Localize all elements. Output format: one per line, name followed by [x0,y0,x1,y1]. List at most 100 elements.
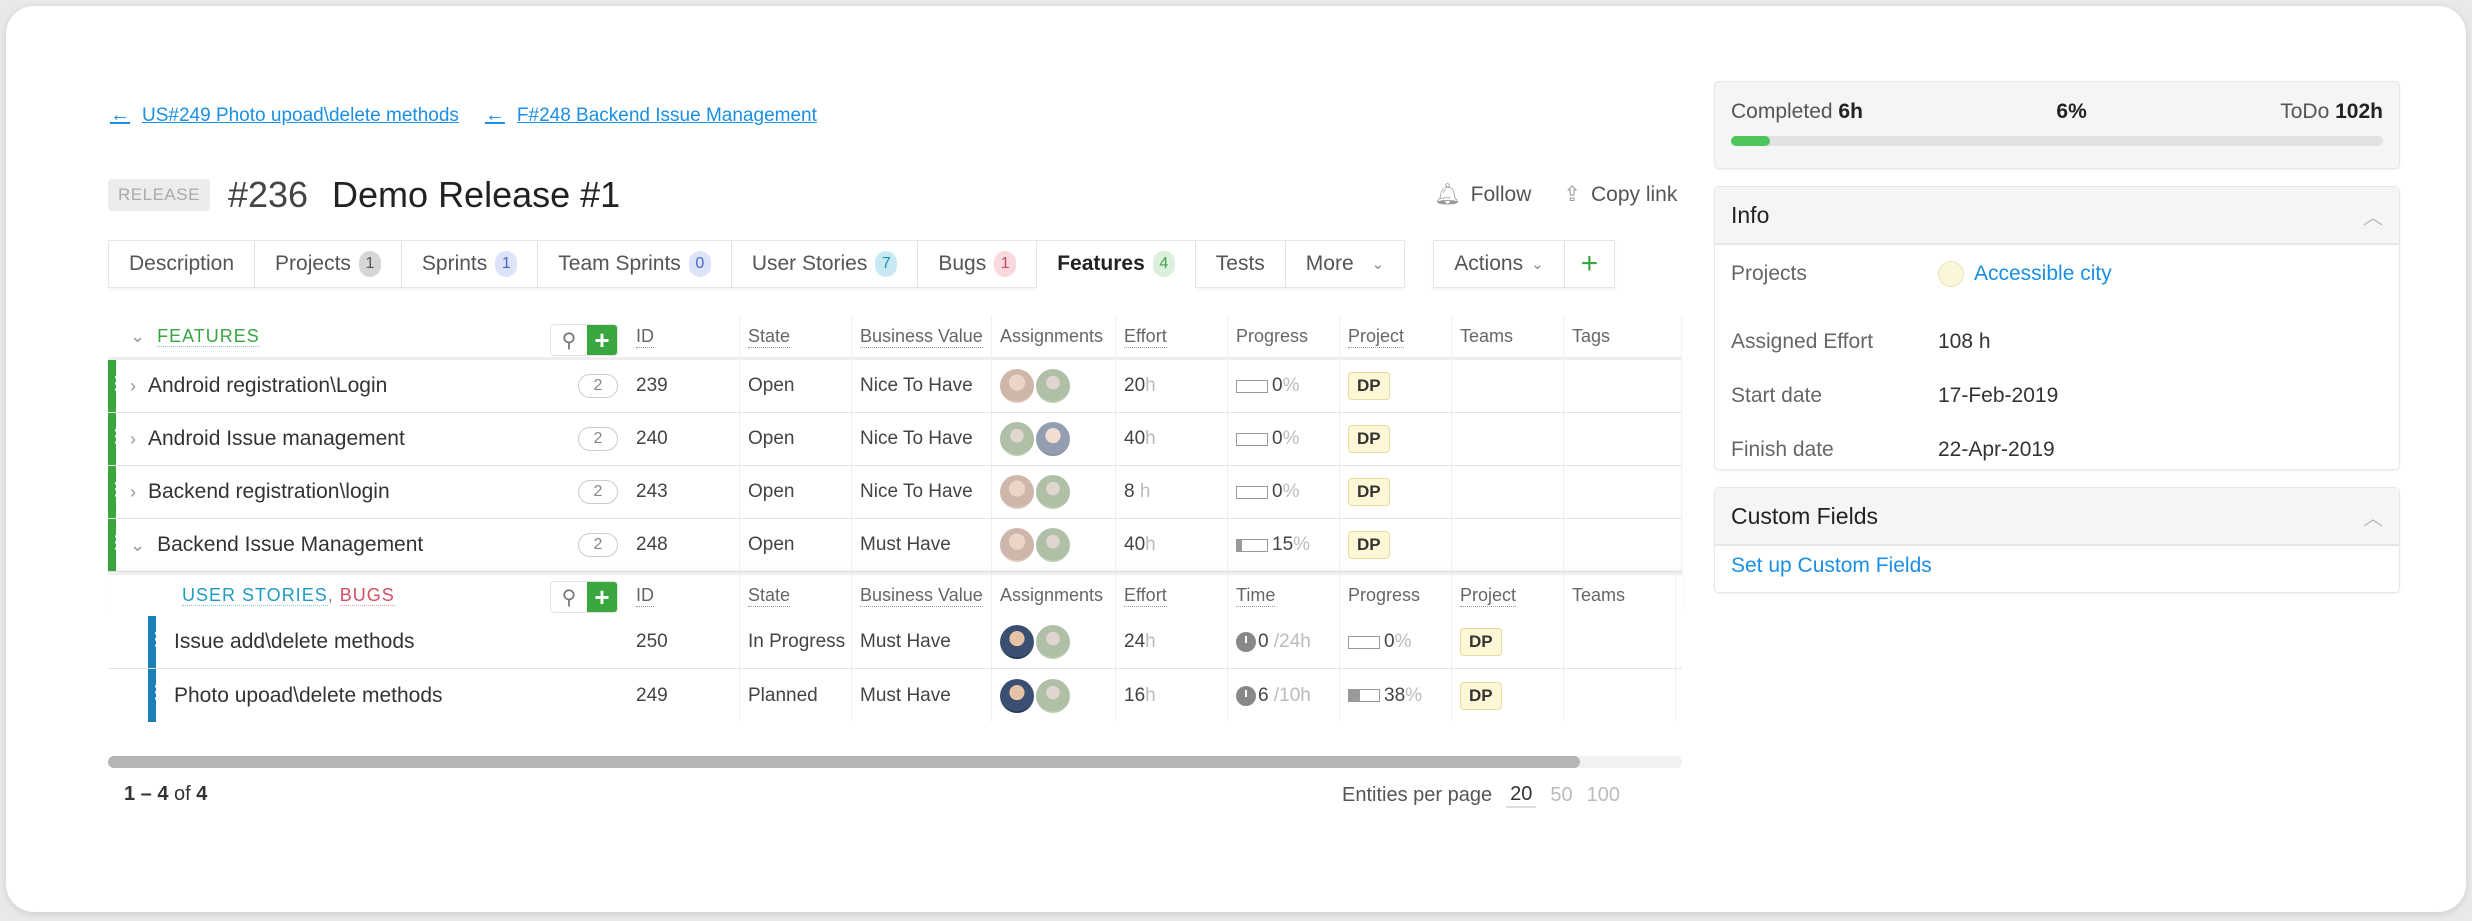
drag-handle[interactable] [147,669,165,722]
drag-handle[interactable] [107,360,125,412]
column-header[interactable]: Assignments [992,575,1116,616]
teams-cell[interactable] [1564,616,1676,668]
table-row[interactable]: Issue add\delete methods 250 In Progress… [108,616,1682,669]
effort-cell[interactable]: 24 h [1116,616,1228,668]
drag-handle[interactable] [147,616,165,668]
assignments-cell[interactable] [992,616,1116,668]
per-page-option[interactable]: 20 [1506,783,1537,808]
column-header[interactable]: Effort [1116,575,1228,616]
chevron-right-icon[interactable]: › [130,429,136,450]
tags-cell[interactable] [1564,360,1682,412]
user-story-name[interactable]: Issue add\delete methods [174,630,415,654]
breadcrumb-link-feature[interactable]: ← F#248 Backend Issue Management [485,104,817,127]
teams-cell[interactable] [1452,519,1564,571]
chevron-up-icon[interactable]: ︿ [2363,201,2383,230]
column-header[interactable]: Teams [1452,316,1564,357]
drag-handle[interactable] [107,466,125,518]
copy-link-button[interactable]: ⇪ Copy link [1563,182,1677,207]
table-row[interactable]: ⌄ Backend Issue Management 2 248 Open Mu… [107,519,1682,572]
column-header[interactable]: Project [1340,316,1452,357]
add-child-button[interactable]: + [587,582,617,612]
project-cell[interactable]: DP [1340,360,1452,412]
column-header[interactable]: Project [1452,575,1564,616]
per-page-option[interactable]: 100 [1587,784,1620,807]
table-row[interactable]: › Android registration\Login 2 239 Open … [107,360,1682,413]
business-value-cell[interactable]: Must Have [852,616,992,668]
column-header[interactable]: Time [1228,575,1340,616]
business-value-cell[interactable]: Nice To Have [852,413,992,465]
tab-tests[interactable]: Tests [1195,240,1286,288]
search-icon[interactable]: ⚲ [551,582,587,612]
tab-features[interactable]: Features 4 [1037,240,1196,288]
tab-bugs[interactable]: Bugs 1 [918,240,1038,288]
teams-cell[interactable] [1564,669,1676,722]
tab-projects[interactable]: Projects 1 [255,240,402,288]
state-cell[interactable]: Open [740,413,852,465]
column-header[interactable]: ID [628,316,740,357]
column-header[interactable]: Effort [1116,316,1228,357]
table-row[interactable]: Photo upoad\delete methods 249 Planned M… [108,669,1682,722]
tags-cell[interactable] [1564,466,1682,518]
state-cell[interactable]: Open [740,466,852,518]
actions-dropdown[interactable]: Actions ⌄ [1433,240,1565,288]
column-header[interactable]: Assignments [992,316,1116,357]
setup-custom-fields-link[interactable]: Set up Custom Fields [1731,554,1932,577]
add-button[interactable]: + [1564,240,1616,288]
column-header[interactable]: State [740,316,852,357]
project-cell[interactable]: DP [1452,669,1564,722]
state-cell[interactable]: Open [740,360,852,412]
business-value-cell[interactable]: Must Have [852,669,992,722]
tab-team-sprints[interactable]: Team Sprints 0 [538,240,732,288]
custom-fields-header[interactable]: Custom Fields ︿ [1715,488,2399,546]
breadcrumb-link-user-story[interactable]: ← US#249 Photo upoad\delete methods [110,104,459,127]
assignments-cell[interactable] [992,519,1116,571]
state-cell[interactable]: Planned [740,669,852,722]
project-cell[interactable]: DP [1340,519,1452,571]
column-header[interactable]: State [740,575,852,616]
effort-cell[interactable]: 16 h [1116,669,1228,722]
business-value-cell[interactable]: Must Have [852,519,992,571]
chevron-up-icon[interactable]: ︿ [2363,502,2383,531]
follow-button[interactable]: 🔔︎ Follow [1434,182,1531,207]
search-icon[interactable]: ⚲ [551,325,587,355]
info-header[interactable]: Info ︿ [1715,187,2399,245]
entity-name[interactable]: Demo Release #1 [332,174,620,216]
tags-cell[interactable] [1564,519,1682,571]
chevron-down-icon[interactable]: ⌄ [130,535,145,556]
column-header[interactable]: Progress [1340,575,1452,616]
column-header[interactable]: Progress [1228,316,1340,357]
add-feature-button[interactable]: + [587,325,617,355]
project-cell[interactable]: DP [1452,616,1564,668]
teams-cell[interactable] [1452,360,1564,412]
state-cell[interactable]: Open [740,519,852,571]
business-value-cell[interactable]: Nice To Have [852,466,992,518]
assignments-cell[interactable] [992,669,1116,722]
assignments-cell[interactable] [992,466,1116,518]
project-cell[interactable]: DP [1340,413,1452,465]
feature-name[interactable]: Android registration\Login [148,374,387,398]
per-page-option[interactable]: 50 [1550,784,1572,807]
feature-name[interactable]: Backend Issue Management [157,533,423,557]
time-cell[interactable]: 6 /10h [1228,669,1340,722]
state-cell[interactable]: In Progress [740,616,852,668]
column-header[interactable]: ID [628,575,740,616]
user-story-name[interactable]: Photo upoad\delete methods [174,684,443,708]
assignments-cell[interactable] [992,413,1116,465]
column-header[interactable]: Business Value [852,575,992,616]
children-title[interactable]: USER STORIES, BUGS [182,585,395,606]
assignments-cell[interactable] [992,360,1116,412]
business-value-cell[interactable]: Nice To Have [852,360,992,412]
table-row[interactable]: › Android Issue management 2 240 Open Ni… [107,413,1682,466]
tags-cell[interactable] [1564,413,1682,465]
tab-user-stories[interactable]: User Stories 7 [731,240,919,288]
chevron-down-icon[interactable]: ⌄ [130,326,145,347]
scrollbar-thumb[interactable] [108,756,1580,768]
horizontal-scrollbar[interactable] [108,756,1682,768]
effort-cell[interactable]: 20 h [1116,360,1228,412]
column-header[interactable]: Tags [1564,316,1682,357]
effort-cell[interactable]: 8 h [1116,466,1228,518]
effort-cell[interactable]: 40 h [1116,413,1228,465]
table-row[interactable]: › Backend registration\login 2 243 Open … [107,466,1682,519]
feature-name[interactable]: Android Issue management [148,427,405,451]
drag-handle[interactable] [107,519,125,571]
